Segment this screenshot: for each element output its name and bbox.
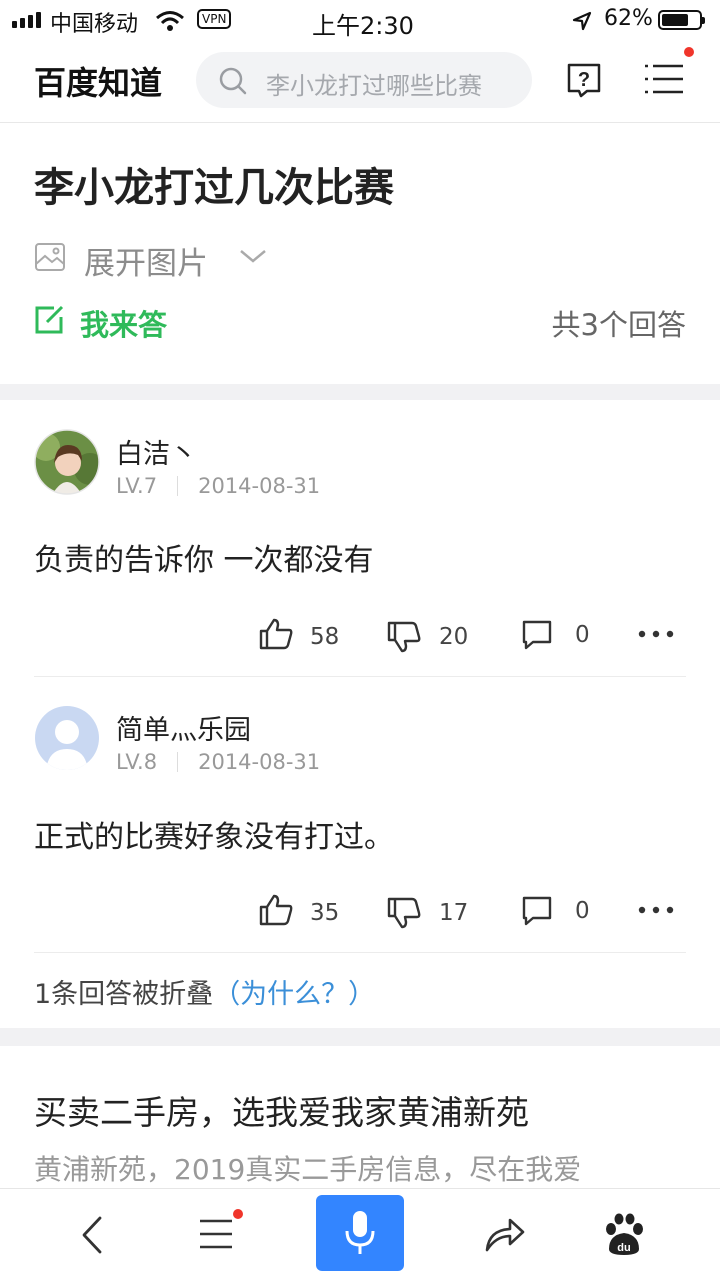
signal-icon	[12, 12, 41, 28]
battery-icon	[658, 10, 705, 30]
battery-percent: 62%	[604, 6, 653, 31]
thumb-down-icon[interactable]	[387, 621, 421, 653]
answer-author-name[interactable]: 简单灬乐园	[116, 708, 251, 747]
avatar[interactable]	[34, 705, 100, 771]
share-icon[interactable]	[484, 1215, 526, 1253]
dislike-count: 20	[439, 624, 469, 650]
like-count: 35	[310, 900, 340, 926]
section-gap	[0, 1028, 720, 1046]
comment-count: 0	[575, 898, 590, 924]
meta-divider	[177, 476, 179, 496]
answer-meta: LV.7 2014-08-31	[116, 474, 320, 498]
more-icon[interactable]	[637, 904, 675, 916]
svg-text:du: du	[617, 1242, 630, 1254]
meta-divider	[177, 752, 179, 772]
avatar[interactable]	[34, 429, 100, 495]
answer-divider	[34, 676, 686, 677]
dislike-count: 17	[439, 900, 469, 926]
menu-notification-dot	[684, 47, 694, 57]
expand-images-button[interactable]: 展开图片	[84, 238, 208, 283]
search-input[interactable]: 李小龙打过哪些比赛	[196, 52, 532, 108]
like-count: 58	[310, 624, 340, 650]
author-level: LV.8	[116, 750, 158, 774]
comment-icon[interactable]	[521, 619, 553, 651]
menu-icon[interactable]	[643, 60, 685, 98]
header-divider	[0, 122, 720, 123]
thumb-down-icon[interactable]	[387, 897, 421, 929]
brand-logo[interactable]: 百度知道	[34, 58, 162, 104]
answer-author-name[interactable]: 白洁丶	[116, 432, 197, 471]
comment-count: 0	[575, 622, 590, 648]
edit-icon	[35, 305, 64, 334]
answer-meta: LV.8 2014-08-31	[116, 750, 320, 774]
folded-answers-notice: 1条回答被折叠（为什么？）	[34, 972, 375, 1011]
answer-body: 负责的告诉你 一次都没有	[34, 543, 374, 578]
microphone-icon	[345, 1211, 375, 1254]
vpn-badge: VPN	[197, 9, 232, 29]
carrier-label: 中国移动	[50, 12, 139, 37]
help-icon[interactable]: ?	[565, 61, 603, 99]
back-icon[interactable]	[78, 1215, 106, 1255]
thumb-up-icon[interactable]	[259, 894, 293, 926]
ad-title[interactable]: 买卖二手房，选我爱我家黄浦新苑	[34, 1086, 529, 1134]
image-icon	[35, 243, 65, 271]
thumb-up-icon[interactable]	[259, 618, 293, 650]
question-title: 李小龙打过几次比赛	[34, 165, 394, 211]
bottom-toolbar: du	[0, 1188, 720, 1280]
answer-divider	[34, 952, 686, 953]
section-gap	[0, 384, 720, 400]
folded-text: 1条回答被折叠	[34, 979, 214, 1010]
author-level: LV.7	[116, 474, 158, 498]
wifi-icon	[156, 11, 184, 31]
location-icon	[572, 11, 592, 31]
ad-subtitle[interactable]: 黄浦新苑，2019真实二手房信息，尽在我爱	[34, 1148, 684, 1188]
clock: 上午2:30	[312, 12, 414, 40]
comment-icon[interactable]	[521, 895, 553, 927]
svg-text:?: ?	[578, 69, 590, 91]
menu-icon[interactable]	[198, 1217, 234, 1251]
menu-notification-dot	[233, 1209, 243, 1219]
voice-search-button[interactable]	[316, 1195, 404, 1271]
status-bar: 中国移动 VPN 上午2:30 62%	[0, 0, 720, 40]
baidu-paw-icon[interactable]: du	[603, 1213, 645, 1257]
answer-count: 共3个回答	[551, 308, 686, 342]
chevron-down-icon	[240, 250, 266, 263]
search-icon	[219, 67, 247, 95]
more-icon[interactable]	[637, 628, 675, 640]
answer-date: 2014-08-31	[198, 750, 321, 774]
why-folded-link[interactable]: （为什么？）	[213, 979, 375, 1010]
answer-date: 2014-08-31	[198, 474, 321, 498]
search-placeholder: 李小龙打过哪些比赛	[266, 72, 482, 100]
answer-button[interactable]: 我来答	[80, 302, 167, 344]
answer-body: 正式的比赛好象没有打过。	[34, 820, 394, 855]
